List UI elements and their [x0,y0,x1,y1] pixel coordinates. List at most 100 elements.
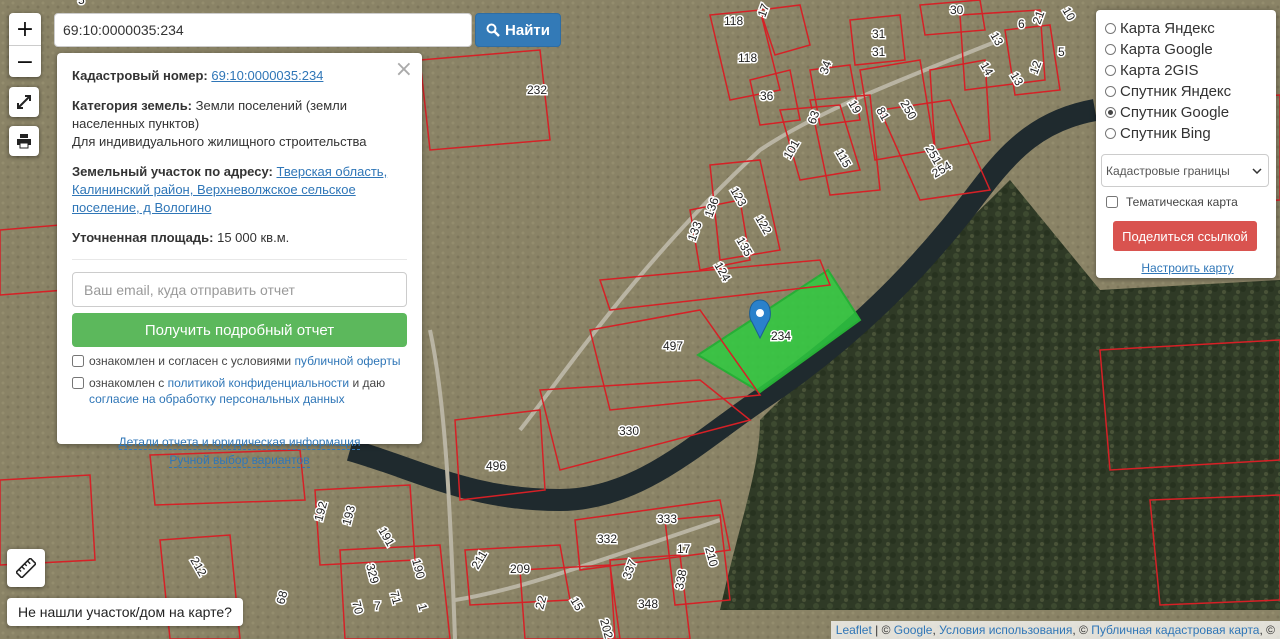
svg-text:6: 6 [1018,17,1025,31]
panel-links: Детали отчета и юридическая информация Р… [72,433,407,469]
radio-button[interactable] [1105,23,1116,34]
base-layer-option[interactable]: Спутник Google [1105,102,1270,123]
radio-button[interactable] [1105,128,1116,139]
base-layer-label: Карта Google [1120,41,1213,58]
svg-text:36: 36 [760,89,774,103]
cadastral-number-row: Кадастровый номер: 69:10:0000035:234 [72,67,407,85]
address-label: Земельный участок по адресу: [72,164,273,179]
divider [72,259,407,260]
svg-text:330: 330 [619,424,639,438]
svg-text:496: 496 [486,459,506,473]
thematic-map-label: Тематическая карта [1126,195,1238,209]
overlay-select-value: Кадастровые границы [1106,163,1230,178]
report-details-link[interactable]: Детали отчета и юридическая информация [118,435,361,450]
find-button[interactable]: Найти [475,13,561,47]
zoom-out-button[interactable]: − [9,46,41,78]
fullscreen-button[interactable] [9,87,39,117]
zoom-control: + − [9,13,41,77]
svg-text:5: 5 [1058,45,1065,59]
base-layer-label: Спутник Bing [1120,125,1211,142]
ruler-icon [16,558,36,578]
base-layer-option[interactable]: Карта 2GIS [1105,60,1270,81]
base-layer-option[interactable]: Спутник Bing [1105,123,1270,144]
layers-panel: Карта Яндекс Карта Google Карта 2GIS Спутни… [1096,10,1276,278]
svg-text:232: 232 [527,83,547,97]
svg-text:31: 31 [872,45,886,59]
privacy-agreement: ознакомлен с политикой конфиденциальност… [72,375,407,407]
thematic-map-toggle: Тематическая карта [1106,195,1270,209]
base-layer-label: Карта Яндекс [1120,20,1215,37]
base-layer-label: Карта 2GIS [1120,62,1199,79]
chevron-down-icon [1252,167,1262,174]
close-icon[interactable]: × [395,57,413,82]
offer-agreement: ознакомлен и согласен с условиями публич… [72,353,407,369]
svg-text:348: 348 [638,597,658,611]
area-value: 15 000 кв.м. [217,230,290,245]
base-layer-list: Карта Яндекс Карта Google Карта 2GIS Спутни… [1105,18,1270,144]
svg-text:332: 332 [597,532,617,546]
base-layer-option[interactable]: Спутник Яндекс [1105,81,1270,102]
privacy-checkbox[interactable] [72,377,84,389]
offer-text: ознакомлен и согласен с условиями [89,354,295,368]
attribution-sep: | © [871,623,894,637]
svg-text:5: 5 [78,0,85,7]
printer-icon [17,134,31,149]
area-label: Уточненная площадь: [72,230,214,245]
svg-text:209: 209 [510,562,530,576]
zoom-in-button[interactable]: + [9,13,41,46]
configure-map: Настроить карту [1105,261,1270,275]
radio-button[interactable] [1105,86,1116,97]
manual-choice-link[interactable]: Ручной выбор вариантов [169,453,310,468]
attribution-sep: , © [1072,623,1092,637]
radio-button[interactable] [1105,107,1116,118]
privacy-mid-text: и даю [349,376,386,390]
share-link-button[interactable]: Поделиться ссылкой [1113,221,1257,251]
cadastral-number-link[interactable]: 69:10:0000035:234 [211,68,323,83]
email-field[interactable] [72,272,407,307]
area-row: Уточненная площадь: 15 000 кв.м. [72,229,407,247]
usage-value: Для индивидуального жилищного строительс… [72,134,367,149]
leaflet-link[interactable]: Leaflet [836,623,872,637]
cadastral-number-label: Кадастровый номер: [72,68,208,83]
base-layer-label: Спутник Google [1120,104,1230,121]
print-button[interactable] [9,126,39,156]
svg-text:118: 118 [738,51,757,65]
terms-link[interactable]: Условия использования [939,623,1072,637]
overlay-select[interactable]: Кадастровые границы [1101,154,1269,187]
radio-button[interactable] [1105,44,1116,55]
radio-button[interactable] [1105,65,1116,76]
cadastral-search-input[interactable] [54,13,472,47]
offer-checkbox[interactable] [72,355,84,367]
google-link[interactable]: Google [894,623,933,637]
base-layer-option[interactable]: Карта Google [1105,39,1270,60]
category-label: Категория земель: [72,98,193,113]
category-row: Категория земель: Земли поселений (земли… [72,97,407,151]
thematic-map-checkbox[interactable] [1106,196,1118,208]
svg-text:234: 234 [771,329,791,343]
attribution-sep: , © [1259,623,1275,637]
svg-text:333: 333 [657,512,677,526]
plot-info-panel: × Кадастровый номер: 69:10:0000035:234 К… [57,53,422,468]
base-layer-option[interactable]: Карта Яндекс [1105,18,1270,39]
offer-agreement-text: ознакомлен и согласен с условиями публич… [89,353,400,369]
svg-text:17: 17 [677,542,691,556]
not-found-button[interactable]: Не нашли участок/дом на карте? [7,598,243,626]
offer-link[interactable]: публичной оферты [294,354,400,368]
configure-map-link[interactable]: Настроить карту [1141,261,1233,275]
pkk-link[interactable]: Публичная кадастровая карта [1091,623,1259,637]
personal-data-consent-link[interactable]: согласие на обработку персональных данны… [89,392,345,406]
privacy-policy-link[interactable]: политикой конфиденциальности [168,376,349,390]
find-button-label: Найти [505,21,550,39]
map-attribution: Leaflet | © Google, Условия использовани… [830,621,1280,639]
svg-text:497: 497 [663,339,683,353]
ruler-button[interactable] [7,549,45,587]
svg-text:30: 30 [950,3,964,17]
svg-text:118: 118 [724,14,743,28]
get-report-button[interactable]: Получить подробный отчет [72,313,407,347]
svg-text:31: 31 [872,27,886,41]
expand-icon [17,95,31,109]
base-layer-label: Спутник Яндекс [1120,83,1232,100]
privacy-agreement-text: ознакомлен с политикой конфиденциальност… [89,375,407,407]
address-row: Земельный участок по адресу: Тверская об… [72,163,407,217]
search-icon [486,23,500,37]
